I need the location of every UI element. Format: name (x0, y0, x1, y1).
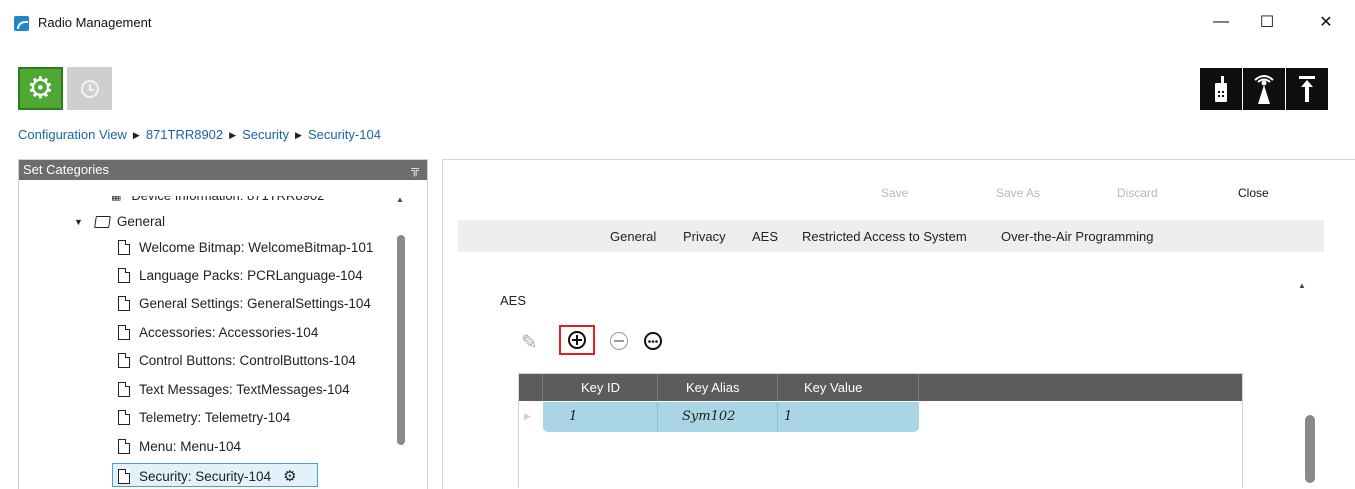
tab-aes[interactable]: AES (752, 229, 778, 244)
upload-arrow-icon (1299, 76, 1315, 102)
scroll-up-icon[interactable]: ▲ (1298, 281, 1306, 290)
document-icon (118, 325, 130, 340)
tab-restricted-access[interactable]: Restricted Access to System (802, 229, 967, 244)
tree-item-label: Accessories: Accessories-104 (139, 325, 319, 340)
tree-item-general[interactable]: ▼ General (74, 214, 165, 229)
remove-key-button[interactable] (610, 332, 628, 350)
cell-key-value[interactable]: 1 (778, 402, 919, 432)
tree-item-control-buttons[interactable]: Control Buttons: ControlButtons-104 (118, 353, 356, 368)
document-icon (118, 353, 130, 368)
save-button[interactable]: Save (881, 186, 908, 200)
repeater-button[interactable] (1243, 68, 1285, 110)
tree-item-menu[interactable]: Menu: Menu-104 (118, 439, 241, 454)
history-button[interactable] (67, 67, 112, 110)
tree-item-label: Text Messages: TextMessages-104 (139, 382, 350, 397)
maximize-button[interactable]: ☐ (1244, 6, 1290, 38)
tree-item-label: Welcome Bitmap: WelcomeBitmap-101 (139, 240, 374, 255)
document-icon (118, 240, 130, 255)
more-options-button[interactable] (644, 332, 662, 350)
tab-privacy[interactable]: Privacy (683, 229, 726, 244)
tab-general[interactable]: General (610, 229, 656, 244)
document-icon (118, 268, 130, 283)
clock-icon (80, 79, 99, 98)
document-icon (118, 382, 130, 397)
tree-item-label: Device Information: 871TRR8902 (131, 188, 325, 203)
radio-button[interactable] (1200, 68, 1242, 110)
pin-icon[interactable]: ╦ (411, 160, 419, 180)
tree-item-text-messages[interactable]: Text Messages: TextMessages-104 (118, 382, 350, 397)
tree-item-label: Menu: Menu-104 (139, 439, 242, 454)
right-scrollbar-thumb[interactable] (1305, 415, 1315, 483)
table-icon: ▦ (111, 190, 122, 202)
breadcrumb-separator-icon: ▶ (295, 130, 302, 140)
tree-item-label: General (116, 214, 165, 229)
tower-icon (1254, 75, 1274, 104)
document-icon (118, 439, 130, 454)
left-scrollbar-thumb[interactable] (397, 235, 405, 445)
discard-button[interactable]: Discard (1117, 186, 1158, 200)
column-header-key-id[interactable]: Key ID (543, 374, 658, 401)
table-header: Key ID Key Alias Key Value (519, 374, 1242, 401)
upload-button[interactable] (1286, 68, 1328, 110)
tree-item-label: Language Packs: PCRLanguage-104 (139, 268, 363, 283)
tree-item-device-information[interactable]: ▦ Device Information: 871TRR8902 (111, 188, 325, 203)
tree-item-accessories[interactable]: Accessories: Accessories-104 (118, 325, 318, 340)
handheld-radio-icon (1215, 76, 1227, 102)
document-icon (118, 296, 130, 311)
minus-circle-icon (614, 340, 624, 342)
plus-circle-icon (568, 331, 586, 349)
add-key-button[interactable] (559, 325, 595, 355)
breadcrumb-separator-icon: ▶ (132, 130, 140, 140)
panel-title: Set Categories (23, 162, 109, 177)
cell-key-id[interactable]: 1 (543, 402, 658, 432)
document-icon (118, 468, 130, 484)
tree-item-label: General Settings: GeneralSettings-104 (139, 296, 371, 311)
row-selector-icon: ▶ (524, 411, 531, 421)
folder-icon (94, 215, 111, 228)
edit-pencil-icon[interactable]: ✎ (521, 330, 538, 355)
settings-button[interactable]: ⚙ (18, 67, 63, 110)
column-header-key-value[interactable]: Key Value (778, 374, 919, 401)
document-icon (118, 410, 130, 425)
tree-item-general-settings[interactable]: General Settings: GeneralSettings-104 (118, 296, 371, 311)
tree-item-label: Control Buttons: ControlButtons-104 (139, 353, 356, 368)
title-bar: Radio Management — ☐ ✕ (0, 0, 1355, 46)
section-title: AES (500, 293, 527, 308)
set-categories-panel: Set Categories ╦ ▦ Device Information: 8… (18, 159, 428, 489)
tree-item-label: Security: Security-104 (139, 468, 272, 484)
ellipsis-icon (648, 339, 658, 343)
tree-item-language-packs[interactable]: Language Packs: PCRLanguage-104 (118, 268, 363, 283)
security-editor-panel: Save Save As Discard Close General Priva… (442, 159, 1355, 489)
tree-item-welcome-bitmap[interactable]: Welcome Bitmap: WelcomeBitmap-101 (118, 240, 373, 255)
tree-item-telemetry[interactable]: Telemetry: Telemetry-104 (118, 410, 290, 425)
aes-keys-table: Key ID Key Alias Key Value ▶ 1 Sym102 1 (518, 373, 1243, 488)
close-button[interactable]: Close (1238, 186, 1269, 200)
scroll-up-icon[interactable]: ▲ (396, 195, 404, 204)
panel-header: Set Categories ╦ (19, 160, 427, 180)
minimize-button[interactable]: — (1198, 6, 1244, 38)
breadcrumb-separator-icon: ▶ (229, 130, 237, 140)
save-as-button[interactable]: Save As (996, 186, 1040, 200)
tab-bar: General Privacy AES Restricted Access to… (458, 220, 1324, 252)
window-title: Radio Management (38, 15, 152, 30)
table-row[interactable]: 1 Sym102 1 (543, 402, 919, 432)
breadcrumb-item-security-104[interactable]: Security-104 (308, 127, 381, 142)
chevron-down-icon: ▼ (74, 216, 83, 227)
breadcrumb-item-radio[interactable]: 871TRR8902 (146, 127, 223, 142)
tree-item-label: Telemetry: Telemetry-104 (139, 410, 291, 425)
breadcrumb: Configuration View ▶ 871TRR8902 ▶ Security ▶ S… (18, 127, 381, 142)
tree-item-security[interactable]: Security: Security-104 ⚙ (118, 467, 297, 485)
column-header-key-alias[interactable]: Key Alias (658, 374, 778, 401)
tab-ota-programming[interactable]: Over-the-Air Programming (1001, 229, 1153, 244)
breadcrumb-item-security[interactable]: Security (242, 127, 289, 142)
gear-icon: ⚙ (27, 71, 54, 105)
app-icon (14, 16, 29, 31)
gear-icon[interactable]: ⚙ (283, 467, 296, 485)
close-window-button[interactable]: ✕ (1303, 6, 1349, 38)
breadcrumb-item-configuration-view[interactable]: Configuration View (18, 127, 127, 142)
row-header-column (519, 374, 543, 401)
cell-key-alias[interactable]: Sym102 (658, 402, 778, 432)
